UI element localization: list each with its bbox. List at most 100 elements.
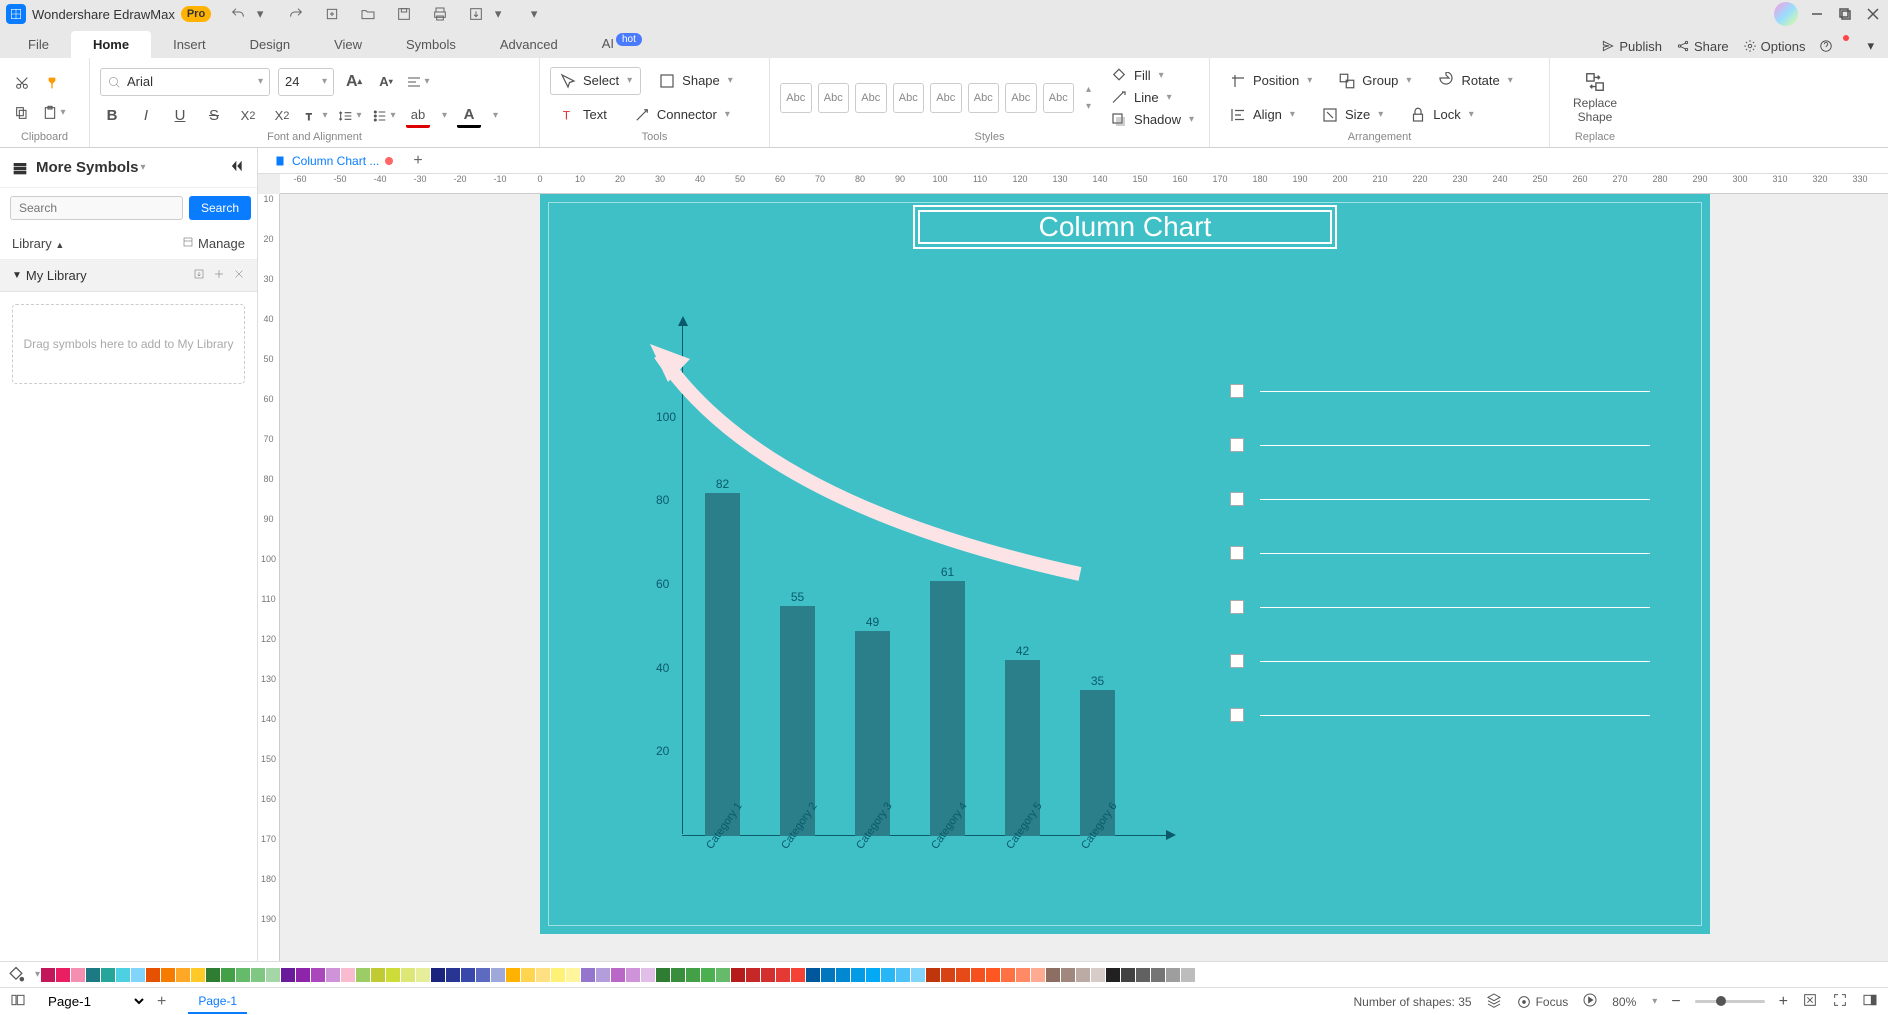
mylib-expand-icon[interactable]: ▼ xyxy=(12,270,22,281)
italic-icon[interactable]: I xyxy=(134,104,158,128)
line-button[interactable]: Line▾ xyxy=(1105,88,1199,108)
color-swatch[interactable] xyxy=(251,968,265,982)
page-layout-icon[interactable] xyxy=(10,992,26,1011)
menu-ai[interactable]: AIhot xyxy=(580,30,664,58)
minimize-icon[interactable] xyxy=(1808,5,1826,23)
canvas[interactable]: Column Chart 2040608010082Category 155Ca… xyxy=(280,194,1888,961)
fullscreen-icon[interactable] xyxy=(1832,992,1848,1011)
color-swatch[interactable] xyxy=(101,968,115,982)
color-swatch[interactable] xyxy=(551,968,565,982)
color-swatch[interactable] xyxy=(521,968,535,982)
align-button[interactable]: Align▾ xyxy=(1220,101,1304,129)
color-swatch[interactable] xyxy=(1181,968,1195,982)
color-swatch[interactable] xyxy=(221,968,235,982)
legend-checkbox[interactable] xyxy=(1230,384,1244,398)
position-button[interactable]: Position▾ xyxy=(1220,67,1321,95)
legend-row[interactable] xyxy=(1230,600,1650,614)
color-swatch[interactable] xyxy=(836,968,850,982)
style-preset-3[interactable]: Abc xyxy=(855,83,887,113)
strike-icon[interactable]: S xyxy=(202,104,226,128)
style-preset-4[interactable]: Abc xyxy=(893,83,925,113)
menu-home[interactable]: Home xyxy=(71,31,151,58)
color-swatch[interactable] xyxy=(191,968,205,982)
undo-icon[interactable] xyxy=(229,5,247,23)
symbol-search-button[interactable]: Search xyxy=(189,196,251,220)
color-swatch[interactable] xyxy=(281,968,295,982)
style-preset-1[interactable]: Abc xyxy=(780,83,812,113)
presentation-icon[interactable] xyxy=(1582,992,1598,1011)
legend-checkbox[interactable] xyxy=(1230,492,1244,506)
text-highlight-icon[interactable]: ab xyxy=(406,104,430,128)
color-swatch[interactable] xyxy=(431,968,445,982)
color-swatch[interactable] xyxy=(371,968,385,982)
bar[interactable] xyxy=(930,581,965,836)
color-swatch[interactable] xyxy=(296,968,310,982)
legend-area[interactable] xyxy=(1230,384,1650,762)
color-swatch[interactable] xyxy=(71,968,85,982)
page-background[interactable]: Column Chart 2040608010082Category 155Ca… xyxy=(540,194,1710,934)
select-tool[interactable]: Select▾ xyxy=(550,67,641,95)
line-spacing-icon[interactable]: ▾ xyxy=(338,104,362,128)
trend-arrow[interactable] xyxy=(640,334,1100,614)
copy-icon[interactable] xyxy=(10,101,34,125)
library-drop-zone[interactable]: Drag symbols here to add to My Library xyxy=(12,304,245,384)
color-swatch[interactable] xyxy=(1166,968,1180,982)
fit-page-icon[interactable] xyxy=(1802,992,1818,1011)
format-painter-icon[interactable] xyxy=(42,71,66,95)
color-swatch[interactable] xyxy=(851,968,865,982)
legend-row[interactable] xyxy=(1230,492,1650,506)
legend-row[interactable] xyxy=(1230,546,1650,560)
paste-icon[interactable]: ▾ xyxy=(42,101,66,125)
color-swatch[interactable] xyxy=(956,968,970,982)
export-dropdown[interactable]: ▾ xyxy=(489,5,507,23)
menu-design[interactable]: Design xyxy=(228,31,312,58)
menu-advanced[interactable]: Advanced xyxy=(478,31,580,58)
color-swatch[interactable] xyxy=(896,968,910,982)
document-tab[interactable]: Column Chart ... xyxy=(264,150,403,172)
panel-toggle-icon[interactable] xyxy=(1862,992,1878,1011)
color-swatch[interactable] xyxy=(356,968,370,982)
zoom-value[interactable]: 80% xyxy=(1612,995,1636,1009)
color-swatch[interactable] xyxy=(941,968,955,982)
my-library-label[interactable]: My Library xyxy=(26,268,87,283)
color-swatch[interactable] xyxy=(596,968,610,982)
mylib-close-icon[interactable] xyxy=(233,268,245,283)
print-icon[interactable] xyxy=(431,5,449,23)
menu-view[interactable]: View xyxy=(312,31,384,58)
fill-button[interactable]: Fill▾ xyxy=(1105,66,1199,86)
color-swatch[interactable] xyxy=(761,968,775,982)
group-button[interactable]: Group▾ xyxy=(1329,67,1420,95)
color-swatch[interactable] xyxy=(1046,968,1060,982)
save-icon[interactable] xyxy=(395,5,413,23)
collapse-sidebar-icon[interactable] xyxy=(229,158,245,177)
font-family-select[interactable]: Arial ▾ xyxy=(100,68,270,96)
connector-tool[interactable]: Connector▾ xyxy=(624,101,739,129)
bullet-list-icon[interactable]: ▾ xyxy=(372,104,396,128)
subscript-icon[interactable]: X2 xyxy=(270,104,294,128)
publish-button[interactable]: Publish xyxy=(1601,39,1662,54)
library-dropdown[interactable]: Library ▲ xyxy=(12,236,64,251)
legend-checkbox[interactable] xyxy=(1230,438,1244,452)
open-icon[interactable] xyxy=(359,5,377,23)
color-swatch[interactable] xyxy=(56,968,70,982)
font-color-icon[interactable]: A xyxy=(457,104,481,128)
color-swatch[interactable] xyxy=(461,968,475,982)
color-swatch[interactable] xyxy=(656,968,670,982)
align-para-icon[interactable]: ▾ xyxy=(406,70,430,94)
replace-shape-button[interactable]: Replace Shape xyxy=(1560,71,1630,124)
color-swatch[interactable] xyxy=(926,968,940,982)
color-swatch[interactable] xyxy=(1091,968,1105,982)
legend-line[interactable] xyxy=(1260,607,1650,608)
help-dropdown[interactable]: ▾ xyxy=(1867,38,1874,54)
color-swatch[interactable] xyxy=(236,968,250,982)
color-swatch[interactable] xyxy=(386,968,400,982)
zoom-out-button[interactable]: − xyxy=(1671,993,1680,1011)
style-preset-8[interactable]: Abc xyxy=(1043,83,1075,113)
color-swatch[interactable] xyxy=(206,968,220,982)
color-swatch[interactable] xyxy=(1076,968,1090,982)
color-swatch[interactable] xyxy=(401,968,415,982)
color-swatch[interactable] xyxy=(566,968,580,982)
color-swatch[interactable] xyxy=(1136,968,1150,982)
color-swatch[interactable] xyxy=(1031,968,1045,982)
increase-font-icon[interactable]: A▴ xyxy=(342,70,366,94)
